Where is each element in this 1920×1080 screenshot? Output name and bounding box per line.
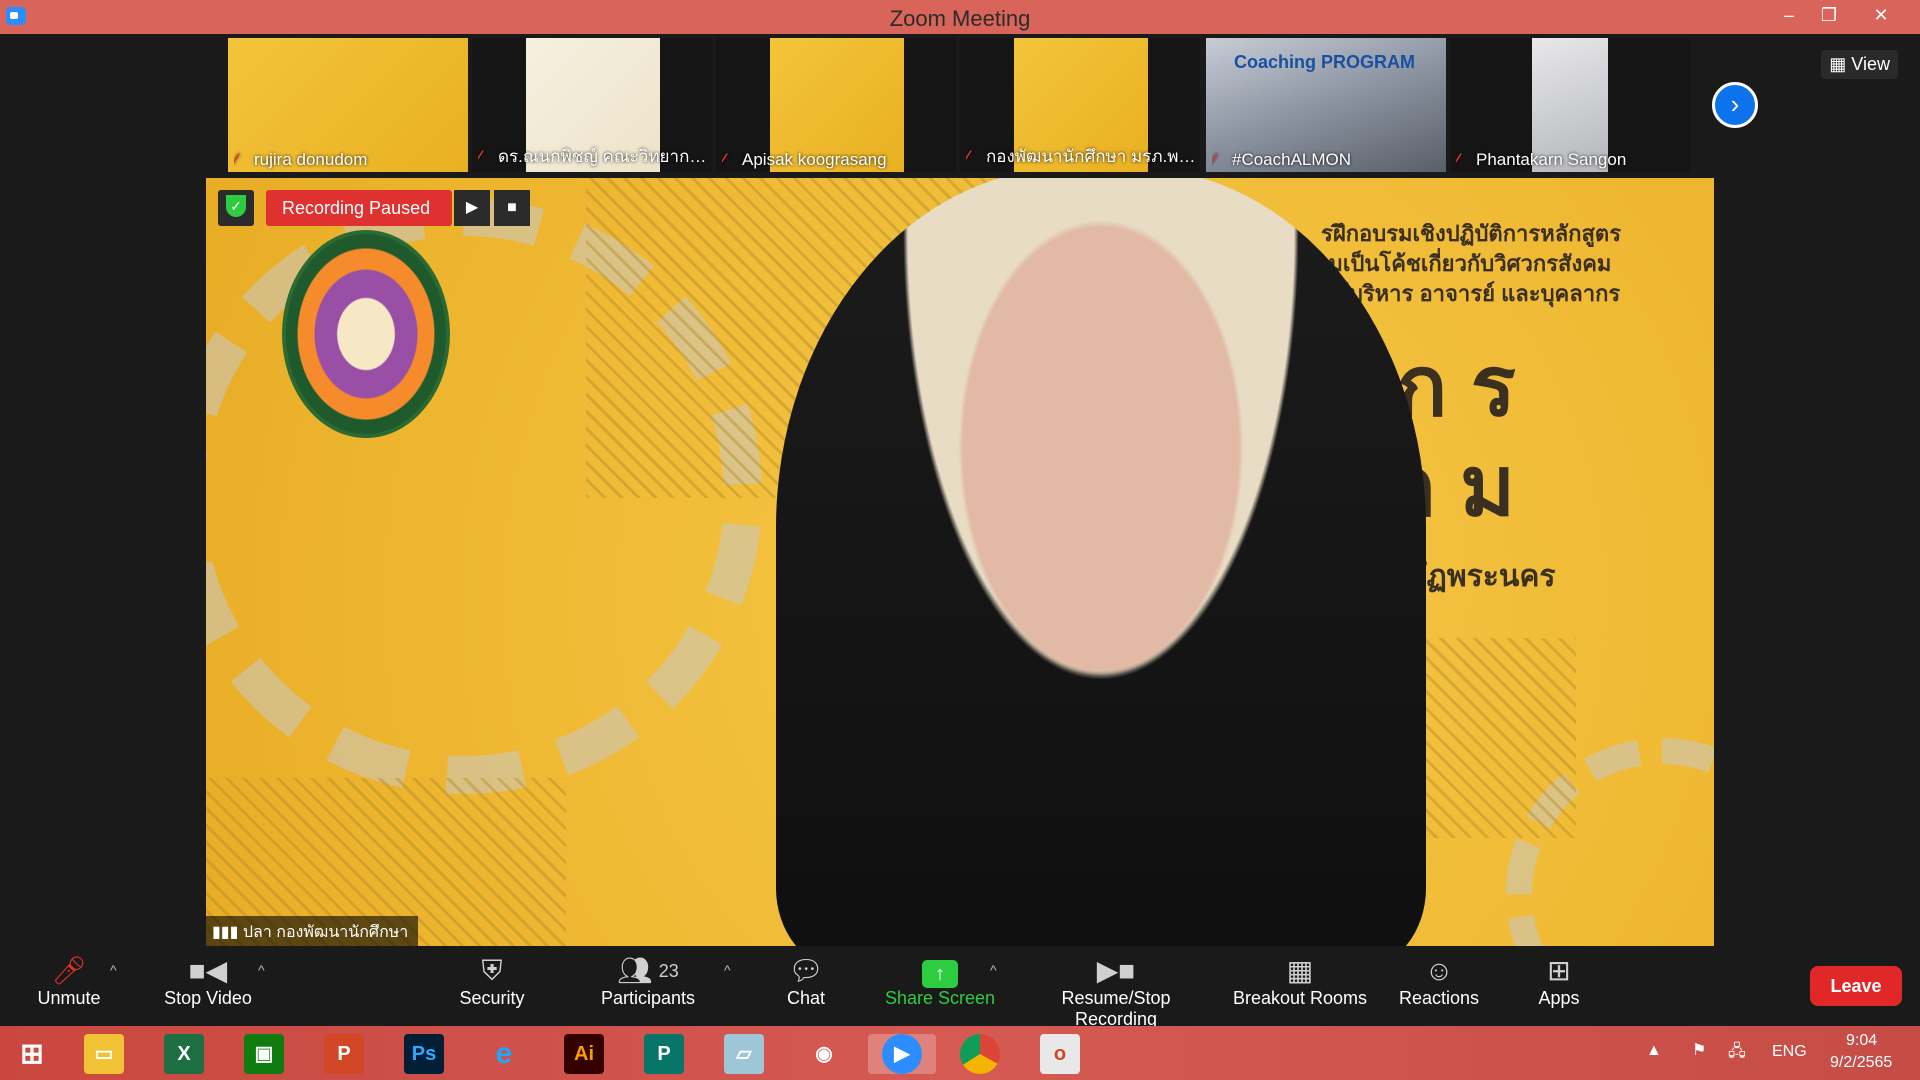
windows-start-icon[interactable]: ⊞ — [12, 1034, 52, 1074]
mic-muted-icon: ⁄ — [1212, 150, 1215, 169]
mic-muted-icon: ⁄ — [1456, 150, 1459, 169]
shield-icon: ⛨ — [481, 955, 503, 986]
signal-icon: ▮▮▮ — [212, 924, 243, 941]
chat-button[interactable]: 💬︎ Chat — [780, 954, 832, 1009]
participant-name: Apisak koograsang — [742, 150, 887, 169]
network-icon[interactable]: 🖧︎ — [1728, 1040, 1746, 1067]
participant-name: ดร.ณนกพิชญ์ คณะวิทยาการ... — [498, 147, 708, 166]
close-icon[interactable]: ✕ — [1858, 0, 1904, 32]
security-button[interactable]: ⛨ Security — [450, 954, 534, 1009]
participant-thumb[interactable]: ⁄ กองพัฒนานักศึกษา มรภ.พร... — [960, 38, 1200, 172]
unmute-button[interactable]: 🎤︎ Unmute — [34, 954, 104, 1009]
mic-muted-icon: ⁄ — [966, 147, 969, 166]
zoom-icon: ▶ — [882, 1034, 922, 1074]
grid-icon: ▦ — [1286, 955, 1314, 986]
stop-icon: ■ — [507, 199, 517, 216]
leave-button[interactable]: Leave — [1810, 966, 1902, 1006]
audio-options-caret[interactable]: ^ — [110, 962, 117, 978]
university-seal — [282, 230, 450, 438]
stop-recording-button[interactable]: ■ — [494, 190, 530, 226]
play-icon: ▶ — [465, 199, 479, 216]
participant-thumb[interactable]: Coaching PROGRAM ⁄ #CoachALMON — [1206, 38, 1446, 172]
reactions-button[interactable]: ☺ Reactions — [1398, 954, 1480, 1009]
participant-thumb[interactable]: ⁄ ดร.ณนกพิชญ์ คณะวิทยาการ... — [472, 38, 712, 172]
apps-button[interactable]: ⊞ Apps — [1536, 954, 1582, 1009]
active-speaker-label: ▮▮▮ ปลา กองพัฒนานักศึกษา — [206, 916, 419, 949]
participant-name: #CoachALMON — [1232, 150, 1352, 169]
participant-thumb[interactable]: ⁄ Apisak koograsang — [716, 38, 956, 172]
people-icon: 👥︎ 23 — [617, 955, 679, 986]
share-options-caret[interactable]: ^ — [990, 962, 997, 978]
recording-status: Recording Paused — [266, 190, 452, 226]
resume-recording-button[interactable]: ▶ — [454, 190, 490, 226]
share-arrow-icon: ↑ — [922, 960, 958, 988]
play-stop-icon: ▶■ — [1096, 955, 1136, 986]
thumb-banner-text: Coaching PROGRAM — [1234, 52, 1416, 72]
view-button[interactable]: ▦ View — [1821, 50, 1898, 79]
participant-name: rujira donudom — [254, 150, 368, 169]
office-lens-icon[interactable]: o — [1040, 1034, 1080, 1074]
mic-muted-icon: ⁄ — [478, 147, 481, 166]
illustrator-icon[interactable]: Ai — [564, 1034, 604, 1074]
tray-expand-icon[interactable]: ▲ — [1646, 1042, 1662, 1060]
participant-name: กองพัฒนานักศึกษา มรภ.พร... — [986, 147, 1196, 166]
participant-name: Phantakarn Sangon — [1476, 150, 1627, 169]
clock-date[interactable]: 9/2/2565 — [1830, 1054, 1892, 1072]
window-title: Zoom Meeting — [889, 6, 1031, 31]
mic-muted-icon: ⁄ — [722, 150, 725, 169]
notes-icon[interactable]: ▱ — [724, 1034, 764, 1074]
title-bar: Zoom Meeting – ❐ ✕ — [0, 0, 1920, 34]
clock-time[interactable]: 9:04 — [1846, 1032, 1877, 1050]
powerpoint-icon[interactable]: P — [324, 1034, 364, 1074]
internet-explorer-icon[interactable]: e — [484, 1034, 524, 1074]
camera-icon: ■◀ — [188, 955, 228, 986]
participants-button[interactable]: 👥︎ 23 Participants — [596, 954, 700, 1009]
speaker-video — [776, 178, 1426, 946]
smiley-icon: ☺ — [1424, 955, 1454, 986]
mic-muted-icon: ⁄ — [234, 150, 237, 169]
grid-icon: ▦ — [1829, 54, 1852, 74]
resume-stop-recording-button[interactable]: ▶■ Resume/Stop Recording — [1018, 954, 1214, 1030]
participants-options-caret[interactable]: ^ — [724, 962, 731, 978]
publisher-icon[interactable]: P — [644, 1034, 684, 1074]
file-explorer-icon[interactable]: ▭ — [84, 1034, 124, 1074]
language-indicator[interactable]: ENG — [1772, 1043, 1807, 1061]
chrome-icon[interactable] — [960, 1034, 1000, 1074]
share-screen-button[interactable]: ↑ Share Screen — [880, 954, 1000, 1009]
store-icon[interactable]: ▣ — [244, 1034, 284, 1074]
stop-video-button[interactable]: ■◀ Stop Video — [160, 954, 256, 1009]
participants-count: 23 — [658, 961, 679, 981]
participant-thumb[interactable]: ⁄ rujira donudom — [228, 38, 468, 172]
mic-muted-icon: 🎤︎ — [51, 955, 87, 986]
participants-strip: ⁄ rujira donudom ⁄ ดร.ณนกพิชญ์ คณะวิทยาการ… — [0, 34, 1920, 176]
restore-icon[interactable]: ❐ — [1806, 0, 1852, 32]
slide-text: ผู้บริหาร อาจารย์ และบุคลากร — [1336, 281, 1621, 306]
zoom-taskbar-button[interactable]: ▶ — [868, 1034, 936, 1074]
action-center-flag-icon[interactable]: ⚑ — [1692, 1040, 1706, 1060]
chevron-right-icon: › — [1730, 89, 1740, 119]
photoshop-icon[interactable]: Ps — [404, 1034, 444, 1074]
photoscape-icon[interactable]: ◉ — [804, 1034, 844, 1074]
participant-thumb[interactable]: ⁄ Phantakarn Sangon — [1450, 38, 1690, 172]
security-shield-icon — [218, 190, 254, 226]
excel-icon[interactable]: X — [164, 1034, 204, 1074]
video-options-caret[interactable]: ^ — [258, 962, 265, 978]
chat-bubble-icon: 💬︎ — [788, 955, 824, 986]
windows-taskbar: ⊞ ▭ X ▣ P Ps e Ai P ▱ ◉ ▶ o ▲ ⚑ 🖧︎ ENG 9… — [0, 1026, 1920, 1080]
next-page-button[interactable]: › — [1712, 82, 1758, 128]
apps-icon: ⊞ — [1547, 955, 1571, 986]
main-video: รฝึกอบรมเชิงปฏิบัติการหลักสูตร ามเป็นโค้… — [206, 178, 1714, 946]
breakout-rooms-button[interactable]: ▦ Breakout Rooms — [1232, 954, 1368, 1009]
meeting-toolbar: 🎤︎ Unmute ^ ■◀ Stop Video ^ ⛨ Security 👥… — [0, 946, 1920, 1029]
